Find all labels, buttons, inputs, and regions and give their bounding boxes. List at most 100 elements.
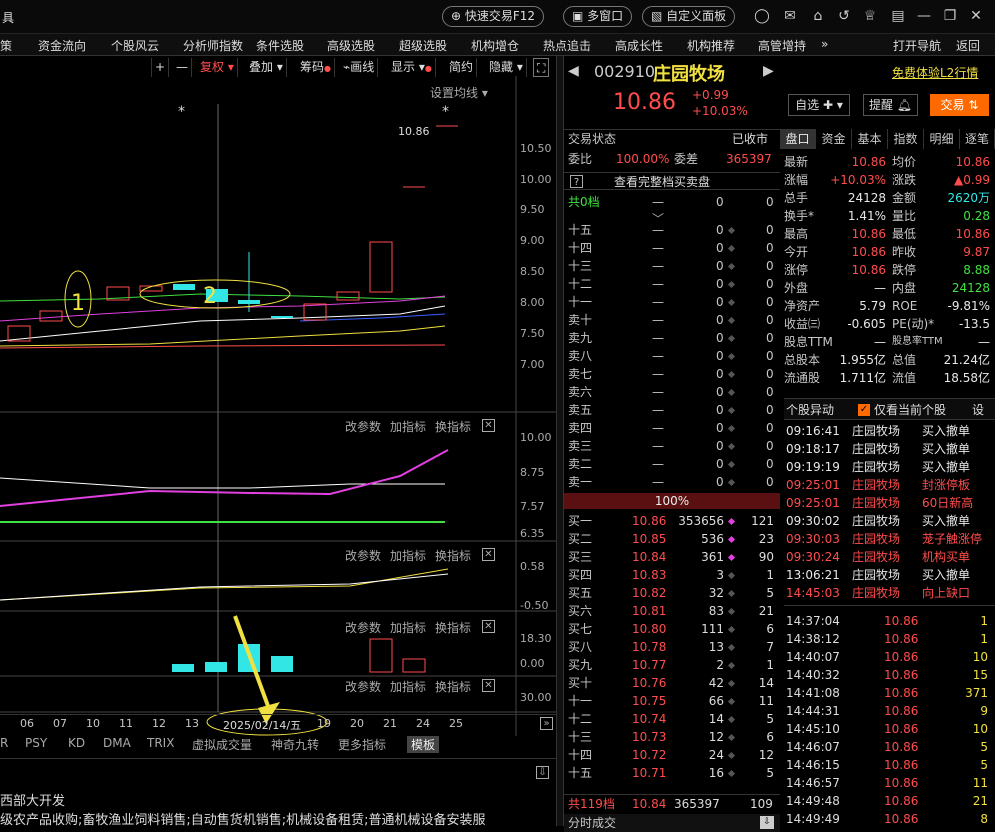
free-l2-link[interactable]: 免费体验L2行情 bbox=[892, 64, 978, 81]
sell-level-row[interactable]: 十五 —0 0 bbox=[564, 221, 780, 239]
indicator-tab[interactable]: TRIX bbox=[147, 736, 174, 750]
indicator-tab[interactable]: 神奇九转 bbox=[271, 736, 319, 753]
indicator-tab[interactable]: R bbox=[0, 736, 8, 750]
full-book-link[interactable]: ? 查看完整档买卖盘 bbox=[564, 172, 780, 190]
menu-item[interactable]: 机构增仓 bbox=[471, 37, 519, 54]
prev-stock-icon[interactable]: ◀ bbox=[568, 63, 579, 79]
sell-level-row[interactable]: 卖八 —0 0 bbox=[564, 347, 780, 365]
trade-button[interactable]: 交易 ⇅ bbox=[930, 94, 989, 116]
tab-tick[interactable]: 逐笔 bbox=[960, 129, 995, 149]
indicator-tab[interactable]: 更多指标 bbox=[338, 736, 386, 753]
open-nav-button[interactable]: 打开导航 bbox=[893, 37, 941, 54]
event-row[interactable]: 09:30:24 庄园牧场 机构买单 bbox=[784, 548, 995, 566]
event-row[interactable]: 09:25:01 庄园牧场 封涨停板 bbox=[784, 476, 995, 494]
collapse-icon[interactable]: ⇩ bbox=[536, 766, 549, 779]
sell-level-row[interactable]: 卖十 —0 0 bbox=[564, 311, 780, 329]
buy-level-row[interactable]: 十五 10.71 16 5 bbox=[564, 764, 780, 782]
buy-level-row[interactable]: 买六 10.81 83 21 bbox=[564, 602, 780, 620]
sell-level-row[interactable]: 十三 —0 0 bbox=[564, 257, 780, 275]
restore-icon[interactable]: ❐ bbox=[942, 8, 958, 24]
scroll-right-icon[interactable]: » bbox=[540, 717, 553, 730]
next-stock-icon[interactable]: ▶ bbox=[763, 63, 774, 79]
indicator-tab[interactable]: DMA bbox=[103, 736, 131, 750]
close-panel-icon[interactable]: ✕ bbox=[482, 419, 495, 432]
indicator-tab[interactable]: KD bbox=[68, 736, 85, 750]
custom-panel-button[interactable]: ▧ 自定义面板 bbox=[642, 6, 736, 27]
event-row[interactable]: 13:06:21 庄园牧场 买入撤单 bbox=[784, 566, 995, 584]
change-param-button[interactable]: 改参数 bbox=[345, 678, 381, 695]
event-row[interactable]: 14:45:03 庄园牧场 向上缺口 bbox=[784, 584, 995, 602]
buy-level-row[interactable]: 买五 10.82 32 5 bbox=[564, 584, 780, 602]
menu-item[interactable]: 个股风云 bbox=[111, 37, 159, 54]
buy-level-row[interactable]: 买一 10.86 353656 121 bbox=[564, 512, 780, 530]
sell-level-row[interactable]: 卖二 —0 0 bbox=[564, 455, 780, 473]
event-row[interactable]: 09:30:03 庄园牧场 茏子触涨停 bbox=[784, 530, 995, 548]
user-icon[interactable]: ◯ bbox=[754, 8, 770, 24]
change-param-button[interactable]: 改参数 bbox=[345, 418, 381, 435]
close-panel-icon[interactable]: ✕ bbox=[482, 620, 495, 633]
buy-level-row[interactable]: 十一 10.75 66 11 bbox=[564, 692, 780, 710]
event-row[interactable]: 09:16:41 庄园牧场 买入撤单 bbox=[784, 422, 995, 440]
event-row[interactable]: 09:18:17 庄园牧场 买入撤单 bbox=[784, 440, 995, 458]
add-indicator-button[interactable]: 加指标 bbox=[390, 547, 426, 564]
alert-button[interactable]: 提醒 🔔︎ bbox=[863, 94, 918, 116]
events-settings-button[interactable]: 设 bbox=[972, 399, 984, 421]
menu-item[interactable]: 分析师指数 bbox=[183, 37, 243, 54]
menu-item[interactable]: 超级选股 bbox=[399, 37, 447, 54]
buy-level-row[interactable]: 买七 10.80 111 6 bbox=[564, 620, 780, 638]
switch-indicator-button[interactable]: 换指标 bbox=[435, 619, 471, 636]
back-button[interactable]: 返回 bbox=[956, 37, 980, 54]
tab-pankou[interactable]: 盘口 bbox=[780, 129, 816, 149]
sell-level-row[interactable]: 卖七 —0 0 bbox=[564, 365, 780, 383]
menu-item[interactable]: 高级选股 bbox=[327, 37, 375, 54]
switch-indicator-button[interactable]: 换指标 bbox=[435, 418, 471, 435]
tab-funds[interactable]: 资金 bbox=[816, 129, 852, 149]
menu-item[interactable]: 策 bbox=[0, 37, 12, 54]
switch-indicator-button[interactable]: 换指标 bbox=[435, 547, 471, 564]
sell-level-row[interactable]: 卖三 —0 0 bbox=[564, 437, 780, 455]
sell-level-row[interactable]: 卖六 —0 0 bbox=[564, 383, 780, 401]
panel-splitter[interactable] bbox=[556, 56, 564, 826]
change-param-button[interactable]: 改参数 bbox=[345, 547, 381, 564]
only-current-checkbox[interactable]: ✓ bbox=[858, 404, 870, 416]
menu-item[interactable]: 条件选股 bbox=[256, 37, 304, 54]
sell-level-row[interactable]: 十一 —0 0 bbox=[564, 293, 780, 311]
sell-level-row[interactable]: 卖一 —0 0 bbox=[564, 473, 780, 491]
switch-indicator-button[interactable]: 换指标 bbox=[435, 678, 471, 695]
sell-level-row[interactable]: 十四 —0 0 bbox=[564, 239, 780, 257]
sell-level-row[interactable]: 卖五 —0 0 bbox=[564, 401, 780, 419]
watchlist-button[interactable]: 自选 ✚ ▾ bbox=[788, 94, 850, 116]
minimize-icon[interactable]: — bbox=[916, 8, 932, 24]
skin-icon[interactable]: ♕ bbox=[862, 8, 878, 24]
tab-detail[interactable]: 明细 bbox=[924, 129, 960, 149]
buy-level-row[interactable]: 买二 10.85 536 23 bbox=[564, 530, 780, 548]
event-row[interactable]: 09:19:19 庄园牧场 买入撤单 bbox=[784, 458, 995, 476]
buy-level-row[interactable]: 买三 10.84 361 90 bbox=[564, 548, 780, 566]
change-param-button[interactable]: 改参数 bbox=[345, 619, 381, 636]
add-indicator-button[interactable]: 加指标 bbox=[390, 619, 426, 636]
buy-level-row[interactable]: 买九 10.77 2 1 bbox=[564, 656, 780, 674]
sell-level-row[interactable]: 卖四 —0 0 bbox=[564, 419, 780, 437]
event-row[interactable]: 09:25:01 庄园牧场 60日新高 bbox=[784, 494, 995, 512]
buy-level-row[interactable]: 买四 10.83 3 1 bbox=[564, 566, 780, 584]
buy-level-row[interactable]: 买八 10.78 13 7 bbox=[564, 638, 780, 656]
layout-icon[interactable]: ▤ bbox=[890, 8, 906, 24]
mail-icon[interactable]: ✉ bbox=[782, 8, 798, 24]
sell-level-row[interactable]: 卖九 —0 0 bbox=[564, 329, 780, 347]
indicator-tab[interactable]: PSY bbox=[25, 736, 47, 750]
menu-item[interactable]: 高成长性 bbox=[615, 37, 663, 54]
add-indicator-button[interactable]: 加指标 bbox=[390, 418, 426, 435]
close-panel-icon[interactable]: ✕ bbox=[482, 548, 495, 561]
menu-item[interactable]: 资金流向 bbox=[38, 37, 86, 54]
buy-level-row[interactable]: 买十 10.76 42 14 bbox=[564, 674, 780, 692]
buy-level-row[interactable]: 十四 10.72 24 12 bbox=[564, 746, 780, 764]
home-icon[interactable]: ⌂ bbox=[810, 8, 826, 24]
multi-window-button[interactable]: ▣ 多窗口 bbox=[563, 6, 633, 27]
close-panel-icon[interactable]: ✕ bbox=[482, 679, 495, 692]
menu-more-icon[interactable]: » bbox=[821, 37, 828, 51]
buy-level-row[interactable]: 十二 10.74 14 5 bbox=[564, 710, 780, 728]
tab-index[interactable]: 指数 bbox=[888, 129, 924, 149]
quick-trade-button[interactable]: ⊕ 快速交易F12 bbox=[442, 6, 545, 27]
menu-item[interactable]: 热点追击 bbox=[543, 37, 591, 54]
event-row[interactable]: 09:30:02 庄园牧场 买入撤单 bbox=[784, 512, 995, 530]
